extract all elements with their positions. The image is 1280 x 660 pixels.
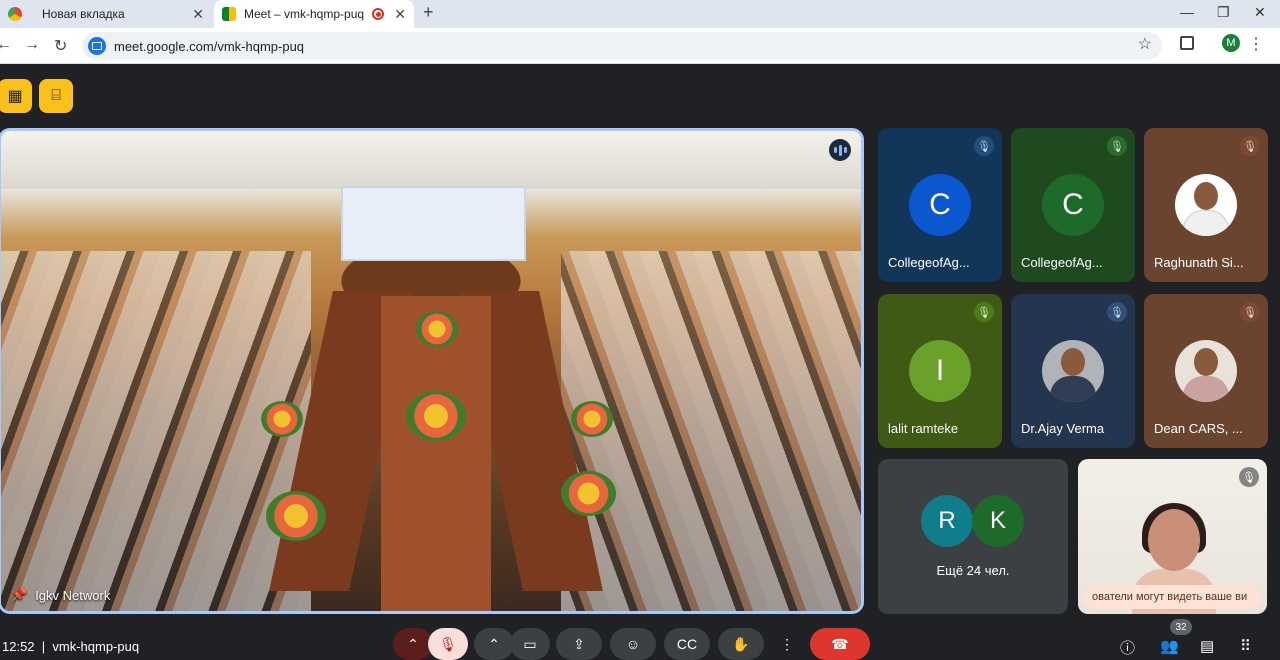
mic-off-icon: 🎙 (1107, 302, 1127, 322)
leave-call-button[interactable]: ☎ (810, 628, 870, 660)
close-icon[interactable]: ✕ (394, 6, 406, 23)
participant-name: CollegeofAg... (888, 255, 970, 270)
more-participants-tile[interactable]: R K Ещё 24 чел. (878, 459, 1068, 614)
avatar (1175, 174, 1237, 236)
mic-off-icon: 🎙 (1240, 136, 1260, 156)
browser-toolbar: ← → ↻ meet.google.com/vmk-hqmp-puq ☆ M ⋮ (0, 28, 1280, 64)
participant-name: Raghunath Si... (1154, 255, 1244, 270)
reload-button[interactable]: ↻ (54, 36, 67, 56)
video-ceiling (1, 131, 861, 189)
participant-tile[interactable]: 🎙 C CollegeofAg... (1011, 128, 1135, 282)
avatar: C (1042, 174, 1104, 236)
video-flowers (561, 471, 616, 516)
avatar: I (909, 340, 971, 402)
more-participants-label: Ещё 24 чел. (936, 563, 1010, 578)
mic-toggle-button[interactable]: 🎙 (428, 628, 468, 660)
raise-hand-button[interactable]: ✋ (718, 628, 764, 660)
profile-avatar[interactable]: M (1222, 34, 1240, 52)
mic-off-icon: 🎙 (974, 302, 994, 322)
tab-title: Meet – vmk-hqmp-puq (244, 7, 365, 21)
emoji-button[interactable]: ☺ (610, 628, 656, 660)
participant-tile[interactable]: 🎙 Raghunath Si... (1144, 128, 1268, 282)
more-options-button[interactable]: ⋮ (772, 628, 802, 660)
participant-name: lalit ramteke (888, 421, 959, 436)
close-icon[interactable]: ✕ (192, 6, 204, 23)
avatar: R (921, 495, 973, 547)
stage-participant-name: 📌 Igkv Network (11, 587, 110, 603)
present-button[interactable]: ⇪ (556, 628, 602, 660)
mic-off-icon: 🎙 (974, 136, 994, 156)
participant-tile[interactable]: 🎙 I lalit ramteke (878, 294, 1002, 448)
meet-icon (222, 7, 236, 21)
presentation-off-icon[interactable]: ▦ (0, 79, 32, 113)
control-bar: 12:52 | vmk-hqmp-puq ⌃ 🎙 ⌃ ▭ ⇪ ☺ CC ✋ ⋮ … (0, 619, 1280, 660)
new-tab-button[interactable]: + (423, 2, 434, 23)
browser-menu-icon[interactable]: ⋮ (1248, 34, 1264, 54)
minimize-button[interactable]: — (1180, 4, 1194, 20)
building-icon[interactable]: ⌸ (39, 79, 73, 113)
speaking-indicator-icon (829, 139, 851, 161)
mic-off-icon: 🎙 (1240, 302, 1260, 322)
avatar: C (909, 174, 971, 236)
video-flowers (406, 391, 466, 441)
video-flowers (416, 311, 458, 347)
video-attendees-left (1, 251, 311, 611)
extensions-icon[interactable] (1180, 36, 1194, 50)
video-attendees-right (561, 251, 861, 611)
video-flowers (261, 401, 303, 437)
mic-options-button[interactable]: ⌃ (393, 628, 433, 660)
participant-name: CollegeofAg... (1021, 255, 1103, 270)
avatar: K (972, 495, 1024, 547)
participants-count-badge: 32 (1170, 619, 1192, 635)
people-icon[interactable]: 👥 (1160, 637, 1179, 655)
video-flowers (571, 401, 613, 437)
forward-button[interactable]: → (24, 36, 40, 54)
meet-surface: ▦ ⌸ 📌 Igkv Network 🎙 C CollegeofAg... 🎙 … (0, 65, 1280, 660)
back-button[interactable]: ← (0, 36, 12, 54)
maximize-button[interactable]: ❐ (1217, 4, 1230, 21)
pin-icon[interactable]: 📌 (11, 587, 27, 603)
tab-meet[interactable]: Meet – vmk-hqmp-puq ✕ (214, 0, 414, 28)
tab-new-tab[interactable]: Новая вкладка ✕ (0, 0, 212, 28)
participant-tile[interactable]: 🎙 C CollegeofAg... (878, 128, 1002, 282)
video-banner (341, 186, 526, 261)
camera-toggle-button[interactable]: ▭ (510, 628, 550, 660)
activities-icon[interactable]: ⠿ (1240, 637, 1251, 655)
tab-title: Новая вкладка (42, 7, 125, 21)
tab-strip: Новая вкладка ✕ Meet – vmk-hqmp-puq ✕ + … (0, 0, 1280, 28)
recording-icon (372, 8, 384, 20)
camera-options-button[interactable]: ⌃ (474, 628, 514, 660)
participant-name: Dean CARS, ... (1154, 421, 1243, 436)
mic-off-icon: 🎙 (1239, 467, 1259, 487)
avatar (1175, 340, 1237, 402)
avatar (1042, 340, 1104, 402)
participant-tile[interactable]: 🎙 Dr.Ajay Verma (1011, 294, 1135, 448)
info-icon[interactable]: ⓘ (1120, 637, 1135, 658)
close-window-button[interactable]: ✕ (1254, 4, 1266, 21)
video-flowers (266, 491, 326, 541)
mic-off-icon: 🎙 (1107, 136, 1127, 156)
site-info-icon[interactable] (88, 37, 106, 55)
participant-name: Dr.Ajay Verma (1021, 421, 1105, 436)
visibility-notice: ователи могут видеть ваше ви (1084, 585, 1261, 609)
self-view-tile[interactable]: 🎙 ователи могут видеть ваше ви (1078, 459, 1267, 614)
stage-name-label: Igkv Network (35, 587, 111, 603)
chrome-icon (8, 7, 22, 21)
participant-tile[interactable]: 🎙 Dean CARS, ... (1144, 294, 1268, 448)
main-video-tile[interactable]: 📌 Igkv Network (0, 128, 864, 614)
address-bar[interactable]: meet.google.com/vmk-hqmp-puq (82, 32, 1162, 60)
bookmark-star-icon[interactable]: ☆ (1138, 34, 1152, 54)
url-text[interactable]: meet.google.com/vmk-hqmp-puq (114, 39, 304, 54)
chat-icon[interactable]: ▤ (1200, 637, 1214, 655)
captions-button[interactable]: CC (664, 628, 710, 660)
